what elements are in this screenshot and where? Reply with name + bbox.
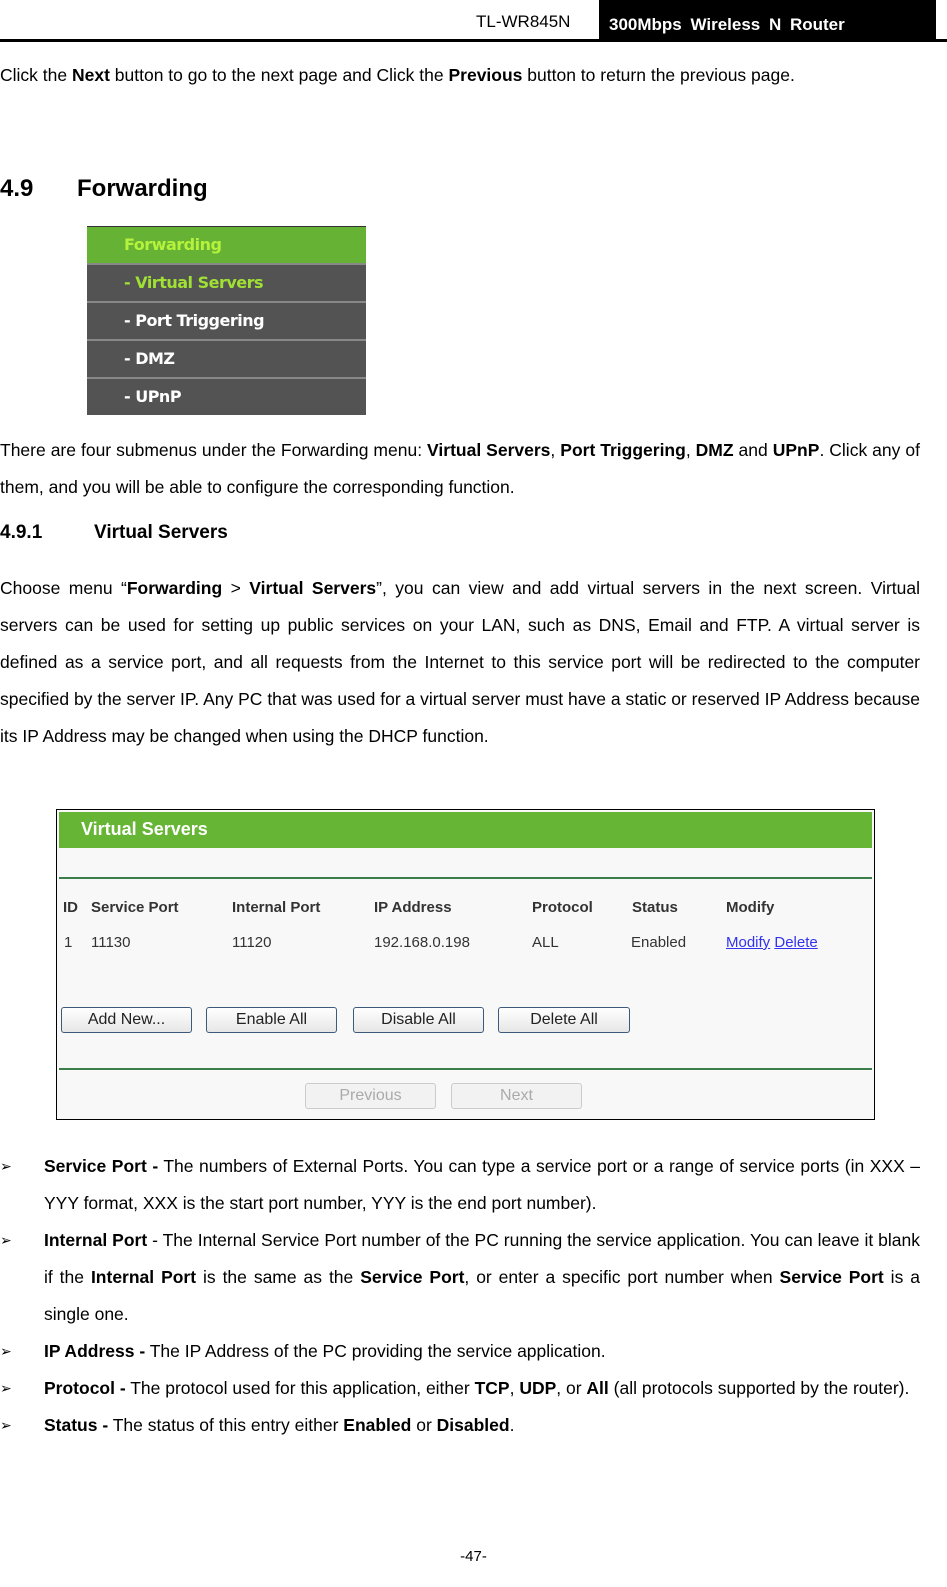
column-header-ip-address: IP Address xyxy=(374,899,452,916)
enable-all-button[interactable]: Enable All xyxy=(206,1007,337,1033)
cell-service-port: 11130 xyxy=(91,934,131,951)
list-item: ➢ Service Port - The numbers of External … xyxy=(0,1148,920,1222)
delete-all-button[interactable]: Delete All xyxy=(498,1007,630,1033)
cell-ip-address: 192.168.0.198 xyxy=(374,934,470,951)
modify-link[interactable]: Modify xyxy=(726,934,770,951)
virtual-servers-description: Choose menu “Forwarding > Virtual Server… xyxy=(0,578,920,746)
column-header-id: ID xyxy=(63,899,78,916)
menu-item-upnp[interactable]: - UPnP xyxy=(87,379,366,415)
section-heading: 4.9 Forwarding xyxy=(0,175,208,202)
bullet-arrow-icon: ➢ xyxy=(0,1158,12,1174)
disable-all-button[interactable]: Disable All xyxy=(353,1007,484,1033)
cell-status: Enabled xyxy=(631,934,687,951)
bullet-arrow-icon: ➢ xyxy=(0,1343,12,1359)
divider xyxy=(59,1068,872,1070)
column-header-service-port: Service Port xyxy=(91,899,179,916)
page-number: -47- xyxy=(460,1548,487,1565)
field-descriptions: ➢ Service Port - The numbers of External … xyxy=(0,1148,920,1444)
forwarding-menu: Forwarding - Virtual Servers - Port Trig… xyxy=(87,226,366,415)
page-header: TL-WR845N 300Mbps Wireless N Router xyxy=(0,0,947,42)
cell-id: 1 xyxy=(64,934,73,951)
panel-title: Virtual Servers xyxy=(59,812,872,848)
menu-item-port-triggering[interactable]: - Port Triggering xyxy=(87,303,366,339)
list-item: ➢ IP Address - The IP Address of the PC p… xyxy=(0,1333,920,1370)
bullet-arrow-icon: ➢ xyxy=(0,1380,12,1396)
list-item: ➢ Protocol - The protocol used for this a… xyxy=(0,1370,920,1407)
product-name: 300Mbps Wireless N Router xyxy=(599,0,936,40)
delete-link[interactable]: Delete xyxy=(774,934,817,951)
menu-description: There are four submenus under the Forwar… xyxy=(0,440,920,497)
virtual-servers-panel: Virtual Servers ID Service Port Internal… xyxy=(56,809,875,1120)
bullet-arrow-icon: ➢ xyxy=(0,1232,12,1248)
menu-item-virtual-servers[interactable]: - Virtual Servers xyxy=(87,265,366,301)
add-new-button[interactable]: Add New... xyxy=(61,1007,192,1033)
subsection-heading: 4.9.1 Virtual Servers xyxy=(0,522,228,543)
column-header-internal-port: Internal Port xyxy=(232,899,321,916)
intro-paragraph: Click the Next button to go to the next … xyxy=(0,65,795,85)
model-name: TL-WR845N xyxy=(476,12,571,31)
menu-header-forwarding[interactable]: Forwarding xyxy=(87,227,366,263)
previous-button[interactable]: Previous xyxy=(305,1083,436,1109)
cell-protocol: ALL xyxy=(532,934,559,951)
next-button[interactable]: Next xyxy=(451,1083,582,1109)
divider xyxy=(59,877,872,879)
list-item: ➢ Status - The status of this entry eithe… xyxy=(0,1407,920,1444)
column-header-modify: Modify xyxy=(726,899,775,916)
row-actions: Modify Delete xyxy=(726,934,818,951)
bullet-arrow-icon: ➢ xyxy=(0,1417,12,1433)
cell-internal-port: 11120 xyxy=(232,934,272,951)
menu-item-dmz[interactable]: - DMZ xyxy=(87,341,366,377)
column-header-protocol: Protocol xyxy=(532,899,593,916)
list-item: ➢ Internal Port - The Internal Service Po… xyxy=(0,1222,920,1333)
column-header-status: Status xyxy=(632,899,678,916)
